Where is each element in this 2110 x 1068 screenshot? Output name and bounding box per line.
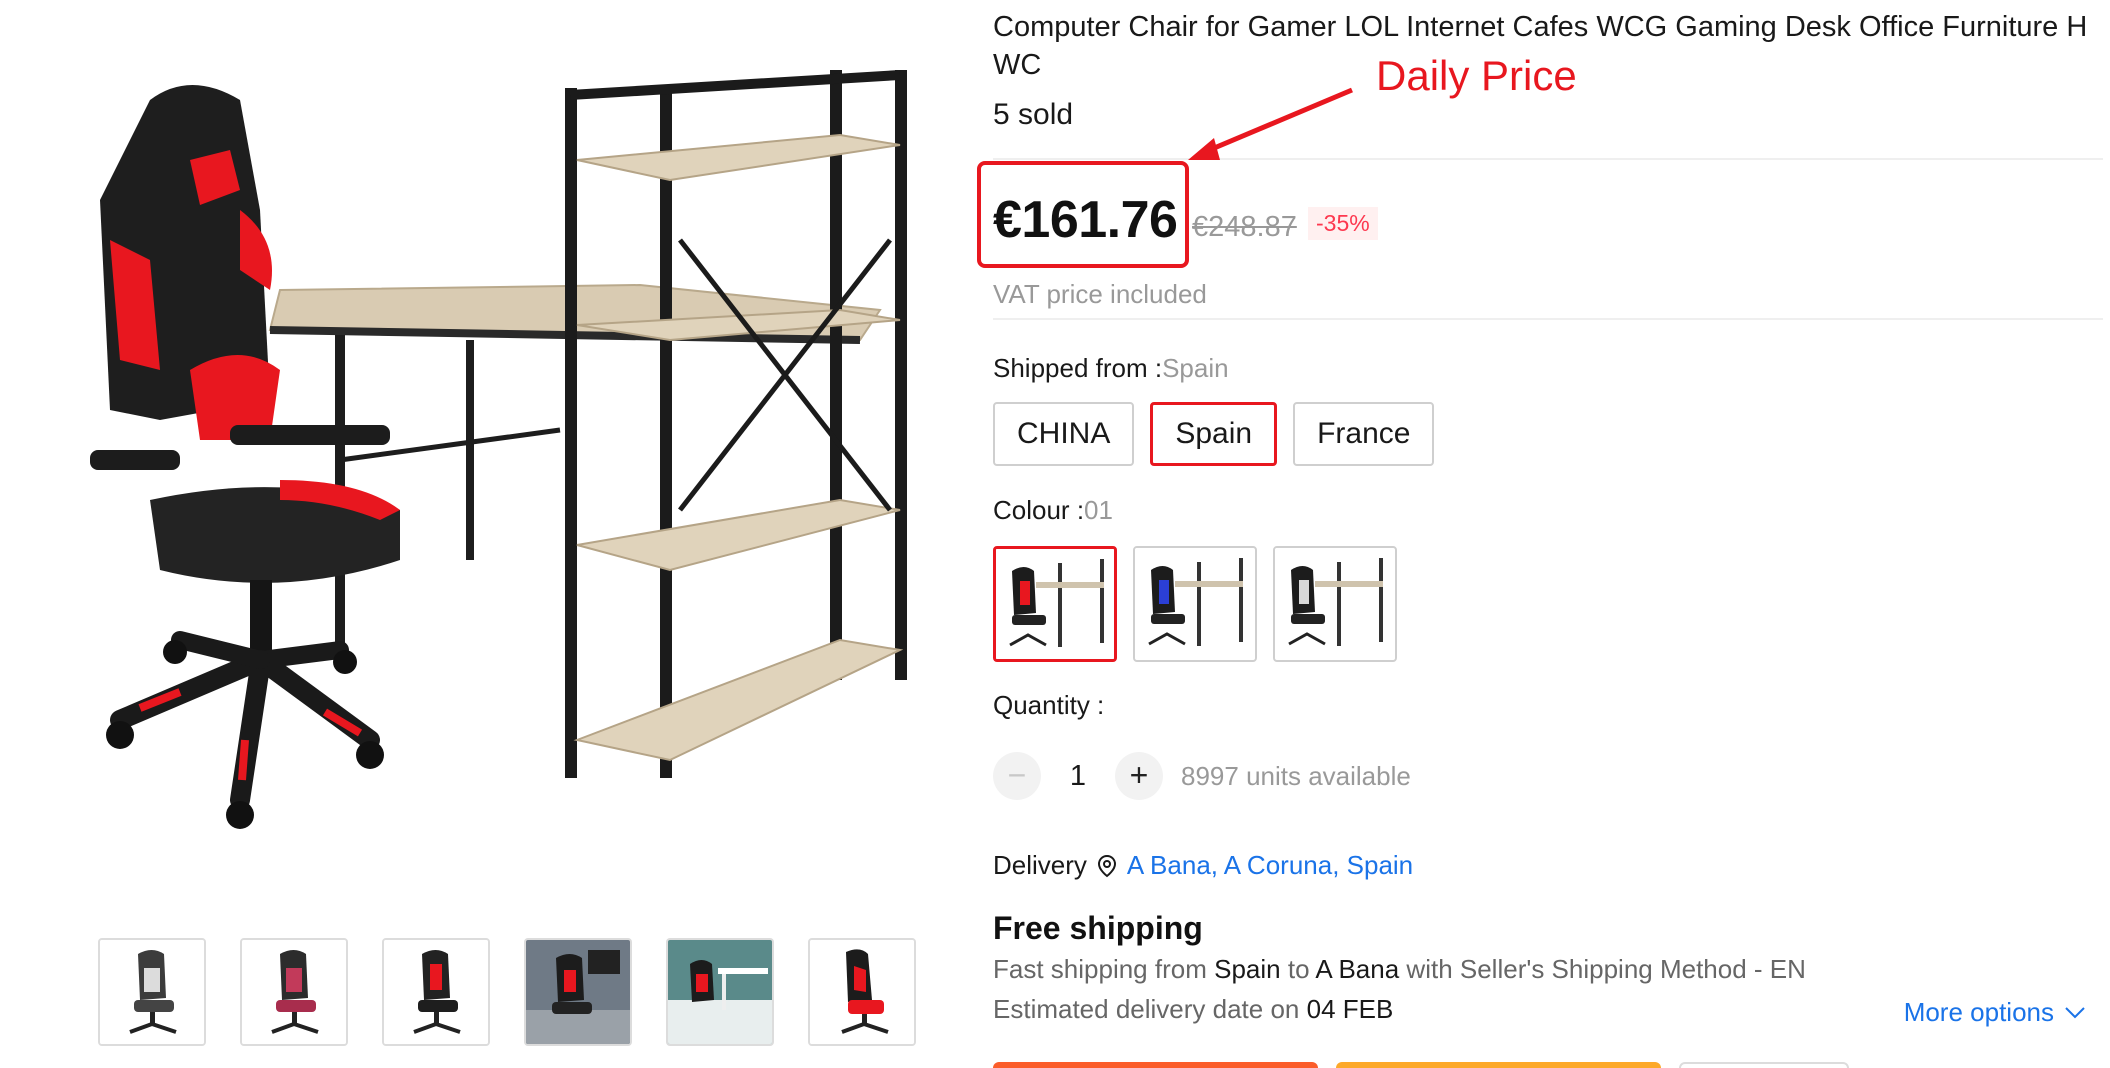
- more-options-label: More options: [1903, 997, 2054, 1027]
- shipping-origin: Spain: [1214, 954, 1281, 984]
- shipped-from-row: Shipped from :Spain: [993, 353, 1229, 384]
- shipping-destination: A Bana: [1315, 954, 1400, 984]
- add-to-cart-button[interactable]: [1336, 1062, 1661, 1068]
- thumbnail-side-chair[interactable]: [808, 938, 916, 1046]
- annotation-label: Daily Price: [1376, 52, 1577, 99]
- wishlist-button[interactable]: [1679, 1062, 1849, 1068]
- delivery-label: Delivery: [993, 850, 1087, 880]
- colour-option-blue[interactable]: [1133, 546, 1257, 662]
- colour-label: Colour :: [993, 495, 1085, 525]
- plus-icon[interactable]: +: [1115, 752, 1163, 800]
- colour-option-grey[interactable]: [1273, 546, 1397, 662]
- main-product-image[interactable]: [40, 40, 960, 880]
- buy-now-button[interactable]: [993, 1062, 1318, 1068]
- desk-illustration: [268, 70, 907, 778]
- shipped-from-selected: Spain: [1162, 353, 1229, 383]
- current-price: €161.76: [993, 191, 1178, 249]
- delivery-row: Delivery A Bana, A Coruna, Spain: [993, 850, 1413, 881]
- divider: [993, 158, 2103, 160]
- chevron-down-icon: [2065, 1006, 2085, 1018]
- delivery-date: 04 FEB: [1306, 994, 1394, 1024]
- location-pin-icon: [1097, 854, 1116, 877]
- delivery-location-link[interactable]: A Bana, A Coruna, Spain: [1127, 850, 1413, 881]
- quantity-label: Quantity :: [993, 690, 1105, 720]
- quantity-value[interactable]: 1: [1041, 760, 1115, 793]
- shipping-text: Fast shipping from: [993, 954, 1207, 984]
- colour-options: [993, 546, 1397, 662]
- shipping-text: Estimated delivery date on: [993, 994, 1300, 1024]
- divider: [993, 318, 2103, 320]
- thumbnail-red-chair[interactable]: [382, 938, 490, 1046]
- ship-option-spain[interactable]: Spain: [1150, 402, 1278, 466]
- free-shipping-title: Free shipping: [993, 910, 1203, 946]
- ship-option-china[interactable]: CHINA: [993, 402, 1135, 466]
- shipping-text: with Seller's Shipping Method - EN: [1406, 954, 1806, 984]
- thumbnail-white-chair[interactable]: [98, 938, 206, 1046]
- thumbnail-room-chair[interactable]: [524, 938, 632, 1046]
- minus-icon[interactable]: −: [993, 752, 1041, 800]
- shipping-method-line: Fast shipping from Spain to A Bana with …: [993, 954, 1806, 985]
- shipping-text: to: [1287, 954, 1310, 984]
- estimated-delivery-line: Estimated delivery date on 04 FEB: [993, 994, 1393, 1025]
- more-options-link[interactable]: More options: [1904, 997, 2086, 1028]
- ship-option-france[interactable]: France: [1293, 402, 1435, 466]
- colour-row: Colour :01: [993, 495, 1113, 526]
- original-price: €248.87: [1192, 211, 1297, 243]
- discount-badge: -35%: [1308, 207, 1378, 240]
- vat-note: VAT price included: [993, 279, 1207, 309]
- thumbnail-pink-chair[interactable]: [240, 938, 348, 1046]
- colour-selected: 01: [1084, 495, 1113, 525]
- annotation-arrow-icon: [1188, 87, 1353, 160]
- thumbnail-strip: [98, 938, 916, 1046]
- colour-option-red[interactable]: [993, 546, 1117, 662]
- shipped-from-label: Shipped from :: [993, 353, 1163, 383]
- sold-count: 5 sold: [993, 98, 1074, 131]
- thumbnail-desk-scene[interactable]: [666, 938, 774, 1046]
- units-available: 8997 units available: [1181, 760, 1411, 791]
- quantity-stepper: − 1 + 8997 units available: [993, 752, 1411, 800]
- action-buttons: [993, 1062, 1849, 1068]
- shipped-from-options: CHINA Spain France: [993, 402, 1435, 466]
